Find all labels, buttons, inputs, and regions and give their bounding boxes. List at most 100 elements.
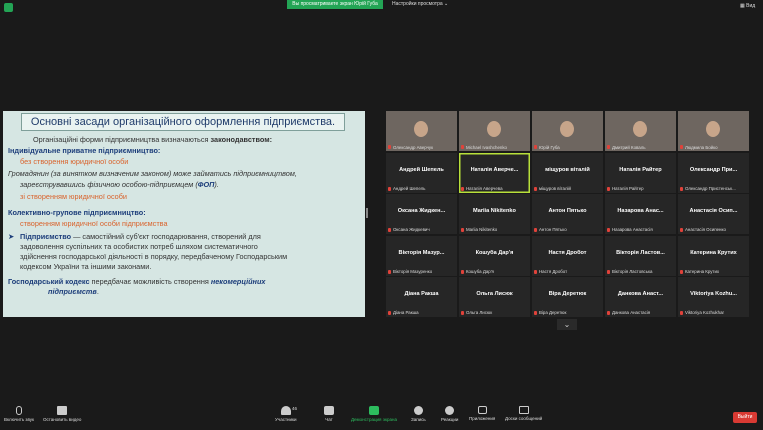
participant-label: Анастасія Осипенко [685,227,726,232]
participant-tile[interactable]: Viktoriya Kozhu... Viktoriya Kozhukhar [678,277,749,317]
slide-text: некомерційних [210,277,266,286]
participant-tile[interactable]: Антон Пятько Антон Пятько [532,194,603,234]
meeting-toolbar: Включить звук Остановить видео Участники… [0,404,763,430]
toolbar-label: Приложения [469,416,496,421]
participant-tile[interactable]: Андрей Шепель Андрей Шепель [386,152,457,193]
camera-icon [57,406,68,415]
participant-tile[interactable]: Людмила Бойко [678,111,749,151]
slide-text: Господарський кодекс [8,277,90,286]
participant-label: Michael Ivashchenko [466,145,508,150]
participant-name: Діана Ракша [404,291,439,297]
slide-line: зі створенням юридичної особи [20,192,127,201]
participant-label: Вікторія Ластовська [612,268,653,274]
slide-text: — самостійний суб'єкт господарювання, ст… [71,232,261,241]
participant-name: Олександр При... [689,166,738,173]
participant-name: Вікторія Ластов... [616,249,665,256]
slide-line: Громадянин (за винятком визначеним закон… [8,169,297,178]
participant-tile[interactable]: Вікторія Ластов... Вікторія Ластовська [605,235,676,276]
next-page-chevron-icon[interactable]: ⌄ [557,319,577,330]
apps-button[interactable]: Приложения [469,404,495,421]
mic-muted-icon [461,228,464,232]
participant-tile[interactable]: Кошуба Дар'я Кошуба Дар'я [459,235,530,276]
participant-gallery: Олександр Аверчук Michael Ivashchenko Юрій… [386,111,751,317]
participant-tile[interactable]: Катерина Крутих Катерина Крутих [678,235,749,276]
reactions-button[interactable]: Реакции [441,404,458,422]
toolbar-label: Запись [411,417,426,422]
people-icon [280,406,291,415]
slide-text: Підприємство [20,232,72,241]
record-button[interactable]: Запись [411,404,426,422]
participant-label: Mariia Nikitenko [466,227,498,232]
toolbar-label: Демонстрация экрана [351,417,397,422]
participant-tile[interactable]: Юрій Губа [532,111,603,151]
participant-label: Назарова Анастасія [612,227,653,232]
chat-button[interactable]: Чат [324,404,334,422]
participant-tile[interactable]: Анастасія Осип... Анастасія Осипенко [678,194,749,234]
leave-meeting-button[interactable]: Выйти [733,412,757,423]
mic-muted-icon [607,269,610,274]
view-options-menu[interactable]: Настройки просмотра ⌄ [392,0,456,9]
share-screen-button[interactable]: Демонстрация экрана [351,404,397,422]
participant-name: Оксана Жидкен... [397,208,446,214]
chevron-down-icon: ⌄ [444,1,449,7]
stop-video-button[interactable]: Остановить видео [43,404,81,422]
participant-label: Діана Ракша [393,310,419,315]
toolbar-label: Остановить видео [43,417,82,422]
participant-tile[interactable]: Віра Деретюк Віра Деретюк [532,277,603,317]
mic-muted-icon [16,406,22,415]
participant-tile[interactable]: Олександр Аверчук [386,111,457,151]
mic-muted-icon [461,311,464,315]
slide-text: зареєструвавшись фізичною особою-підприє… [20,180,198,189]
unmute-button[interactable]: Включить звук [4,404,34,422]
participant-name: Андрей Шепель [399,166,444,173]
participant-name: Віра Деретюк [548,291,587,297]
participant-name: Антон Пятько [548,208,587,214]
grid-icon: ▦ [740,3,745,9]
slide-heading: Колективно-групове підприємництво: [8,208,146,217]
participant-tile[interactable]: Michael Ivashchenko [459,111,530,151]
participant-label: міщуров віталій [539,185,571,191]
slide-line: Організаційні форми підприємництва визна… [33,135,272,144]
mic-muted-icon [680,145,683,149]
participant-tile[interactable]: міщуров віталій міщуров віталій [532,152,603,193]
mic-muted-icon [534,145,537,149]
participant-name: Наталія Аверче... [470,166,519,173]
slide-line: створенням юридичної особи підприємства [20,219,168,228]
mic-muted-icon [680,311,683,315]
participant-tile[interactable]: Дмитрий Коваль [605,111,676,151]
slide-title: Основні засади організаційного оформленн… [21,113,345,131]
mic-muted-icon [461,186,464,191]
participant-tile[interactable]: Олександр При... Олександр Пристенськ... [678,152,749,193]
participant-tile[interactable]: Вікторія Мазур... Вікторія Мазуренко [386,235,457,276]
slide-text: законодавством: [210,135,273,144]
mic-muted-icon [388,145,391,149]
view-button[interactable]: ▦ Вид [740,3,755,9]
participant-name: Ольга Лисюк [476,291,513,297]
toolbar-label: Реакции [441,417,459,422]
participant-tile[interactable]: Mariia Nikitenko Mariia Nikitenko [459,194,530,234]
participant-name: міщуров віталій [545,166,590,173]
view-button-label: Вид [746,3,756,9]
record-icon [413,406,423,415]
apps-icon [477,406,487,414]
participant-tile[interactable]: Назарова Анас... Назарова Анастасія [605,194,676,234]
participants-count: 46 [292,406,298,411]
participant-label: Антон Пятько [539,227,567,232]
toolbar-label: Доски сообщений [505,416,543,421]
participant-tile[interactable]: Данкова Анаст... Данкова Анастасія [605,277,676,317]
participant-label: Данкова Анастасія [612,310,651,315]
slide-text: передбачає можливість створення [89,277,211,286]
security-shield-icon[interactable] [4,3,13,12]
participant-tile[interactable]: Наталія Аверче... Наталія Аверчева [459,152,530,193]
participant-tile[interactable]: Діана Ракша Діана Ракша [386,277,457,317]
viewing-screen-banner: Вы просматриваете экран Юрій Губа [287,0,383,9]
participant-video [633,121,647,137]
split-view-divider[interactable] [366,208,368,218]
participant-tile[interactable]: Настя Дробот Настя Дробот [532,235,603,276]
participant-tile[interactable]: Ольга Лисюк Ольга Лисюк [459,277,530,317]
whiteboards-button[interactable]: Доски сообщений [505,404,542,421]
participant-tile[interactable]: Оксана Жидкен... Оксана Жидкевич [386,194,457,234]
participant-tile[interactable]: Наталія Райтер Наталія Райтер [605,152,676,193]
participant-video [487,121,501,137]
mic-muted-icon [607,311,610,315]
